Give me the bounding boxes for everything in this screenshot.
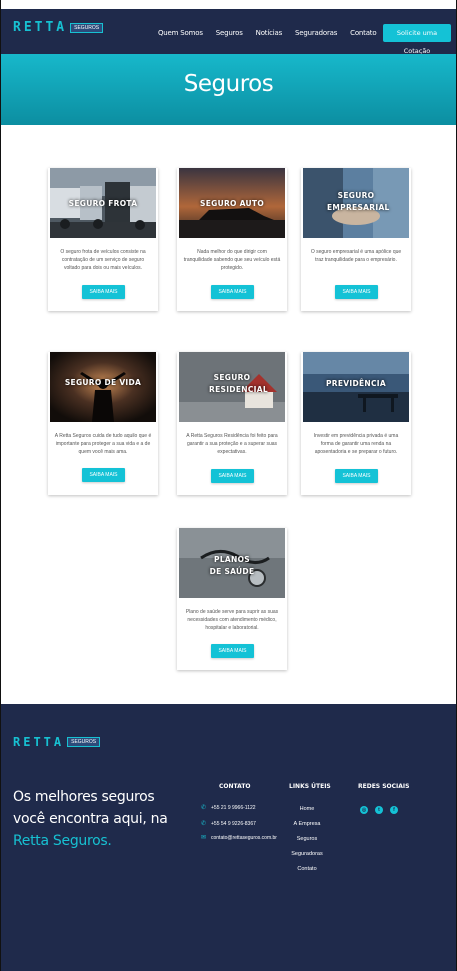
card-image-vida: SEGURO DE VIDA	[50, 352, 156, 422]
footer: RETTA SEGUROS Os melhores seguros você e…	[1, 704, 456, 971]
saiba-mais-button[interactable]: SAIBA MAIS	[82, 468, 125, 482]
card-title: SEGURO AUTO	[200, 199, 264, 208]
card-image-empresarial: SEGURO EMPRESARIAL	[303, 168, 409, 238]
contact-phone-1[interactable]: ✆ +55 21 9 9966-1122	[201, 805, 256, 811]
useful-links: Home A Empresa Seguros Seguradoras Conta…	[286, 802, 328, 877]
card-description: Nada melhor do que dirigir com tranquili…	[183, 249, 281, 271]
saiba-mais-button[interactable]: SAIBA MAIS	[211, 469, 254, 483]
card-title: PREVIDÊNCIA	[325, 379, 386, 388]
slogan-highlight: Retta Seguros.	[13, 833, 112, 849]
card-seguro-frota: SEGURO FROTA O seguro frota de veículos …	[48, 168, 158, 311]
card-title: SEGURO FROTA	[68, 199, 138, 208]
card-title: SEGURO EMPRESARIAL	[327, 191, 390, 212]
card-previdencia: PREVIDÊNCIA Investir em previdência priv…	[301, 352, 411, 495]
header-logo[interactable]: RETTA SEGUROS	[13, 20, 104, 35]
contact-phone-2[interactable]: ✆ +55 54 9 9226-8367	[201, 821, 256, 827]
slogan-line-1: Os melhores seguros	[13, 789, 155, 805]
card-description: Investir em previdência privada é uma fo…	[313, 433, 399, 455]
contact-email[interactable]: ✉ contato@rettaseguros.com.br	[201, 835, 277, 841]
card-description: O seguro empresarial é uma apólice que t…	[310, 249, 402, 263]
saiba-mais-button[interactable]: SAIBA MAIS	[335, 469, 378, 483]
card-image-frota: SEGURO FROTA	[50, 168, 156, 238]
footer-link-home[interactable]: Home	[286, 802, 328, 817]
card-image-auto: SEGURO AUTO	[179, 168, 285, 238]
card-description: A Retta Seguros cuida de tudo aquilo que…	[54, 433, 152, 455]
saiba-mais-button[interactable]: SAIBA MAIS	[211, 644, 254, 658]
menu-item-quem-somos[interactable]: Quem Somos	[158, 29, 203, 37]
card-title: PLANOS DE SAÚDE	[209, 555, 255, 576]
card-title: SEGURO RESIDENCIAL	[209, 373, 268, 394]
card-description: Plano de saúde serve para suprir as suas…	[185, 609, 279, 631]
facebook-icon[interactable]: f	[390, 806, 398, 814]
mail-icon: ✉	[201, 835, 207, 841]
card-description: A Retta Seguros Residência foi feito par…	[186, 433, 278, 455]
card-title: SEGURO DE VIDA	[64, 378, 142, 387]
card-seguro-de-vida: SEGURO DE VIDA A Retta Seguros cuida de …	[48, 352, 158, 495]
footer-link-seguradoras[interactable]: Seguradoras	[286, 847, 328, 862]
card-seguro-empresarial: SEGURO EMPRESARIAL O seguro empresarial …	[301, 168, 411, 311]
logo-text: RETTA	[13, 735, 65, 749]
browser-top-strip	[1, 0, 456, 5]
logo-tag: SEGUROS	[67, 737, 101, 747]
card-image-saude: PLANOS DE SAÚDE	[179, 528, 285, 598]
page: RETTA SEGUROS Quem Somos Seguros Notícia…	[1, 0, 456, 971]
page-title: Seguros	[183, 71, 274, 97]
card-planos-de-saude: PLANOS DE SAÚDE Plano de saúde serve par…	[177, 528, 287, 670]
social-icons: ◎ t f	[360, 806, 398, 814]
contact-phone-1-text: +55 21 9 9966-1122	[211, 805, 256, 811]
slogan-line-2: você encontra aqui, na	[13, 811, 168, 827]
footer-link-contato[interactable]: Contato	[286, 862, 328, 877]
logo-text: RETTA	[13, 20, 68, 35]
menu-item-seguradoras[interactable]: Seguradoras	[295, 29, 337, 37]
card-description: O seguro frota de veículos consiste na c…	[60, 249, 146, 271]
card-seguro-residencial: SEGURO RESIDENCIAL A Retta Seguros Resid…	[177, 352, 287, 495]
quote-request-button[interactable]: Solicite uma Cotação	[383, 24, 451, 55]
saiba-mais-button[interactable]: SAIBA MAIS	[211, 285, 254, 299]
card-image-residencial: SEGURO RESIDENCIAL	[179, 352, 285, 422]
twitter-icon[interactable]: t	[375, 806, 383, 814]
footer-slogan: Os melhores seguros você encontra aqui, …	[13, 786, 173, 852]
menu-item-contato[interactable]: Contato	[350, 29, 376, 37]
phone-icon: ✆	[201, 821, 207, 827]
instagram-icon[interactable]: ◎	[360, 806, 368, 814]
saiba-mais-button[interactable]: SAIBA MAIS	[335, 285, 378, 299]
phone-icon: ✆	[201, 805, 207, 811]
card-image-previdencia: PREVIDÊNCIA	[303, 352, 409, 422]
logo-tag: SEGUROS	[70, 22, 104, 33]
saiba-mais-button[interactable]: SAIBA MAIS	[82, 285, 125, 299]
footer-link-a-empresa[interactable]: A Empresa	[286, 817, 328, 832]
main-menu: Quem Somos Seguros Notícias Seguradoras …	[158, 29, 377, 37]
contact-heading: CONTATO	[219, 783, 251, 790]
hero-banner: Seguros	[1, 54, 456, 125]
footer-logo[interactable]: RETTA SEGUROS	[13, 735, 101, 749]
footer-link-seguros[interactable]: Seguros	[286, 832, 328, 847]
card-seguro-auto: SEGURO AUTO Nada melhor do que dirigir c…	[177, 168, 287, 311]
links-heading: LINKS ÚTEIS	[289, 783, 331, 790]
contact-email-text: contato@rettaseguros.com.br	[211, 835, 277, 841]
menu-item-noticias[interactable]: Notícias	[256, 29, 283, 37]
contact-phone-2-text: +55 54 9 9226-8367	[211, 821, 256, 827]
social-heading: REDES SOCIAIS	[358, 783, 410, 790]
menu-item-seguros[interactable]: Seguros	[216, 29, 243, 37]
